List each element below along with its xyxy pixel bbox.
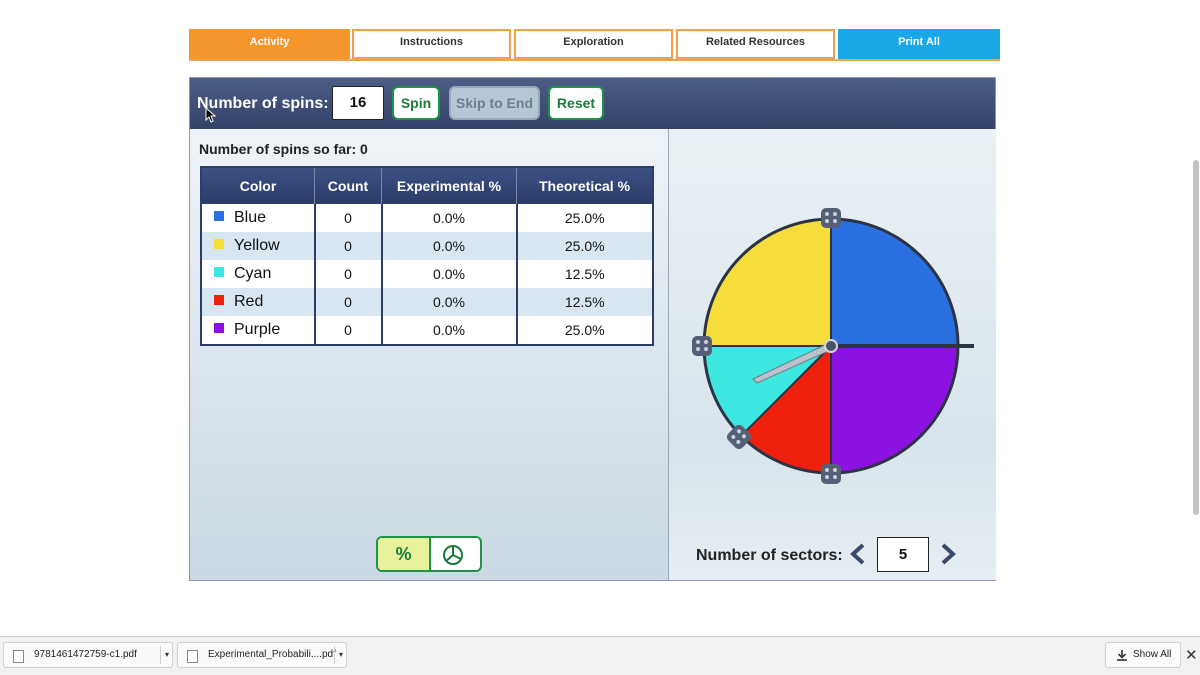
color-label: Cyan	[234, 265, 272, 282]
color-cell: Blue	[201, 204, 316, 232]
toolbar: Number of spins: 16 Spin Skip to End Res…	[190, 78, 995, 129]
theoretical-cell: 25.0%	[516, 232, 653, 260]
show-all-button[interactable]: Show All	[1105, 642, 1181, 668]
download-filename: 9781461472759-c1.pdf	[34, 649, 137, 660]
color-cell: Red	[201, 288, 316, 316]
skip-to-end-button[interactable]: Skip to End	[449, 86, 540, 120]
chevron-left-icon[interactable]	[849, 543, 867, 565]
experimental-cell: 0.0%	[381, 232, 518, 260]
spinner-hub	[824, 339, 838, 353]
results-panel: Number of spins so far: 0 Color Count Ex…	[190, 129, 668, 580]
spinner-sector-1	[830, 217, 960, 347]
color-label: Red	[234, 293, 264, 310]
downloads-bar: 9781461472759-c1.pdf ▾ Experimental_Prob…	[0, 636, 1200, 675]
mouse-cursor-icon	[205, 107, 217, 123]
count-cell: 0	[314, 232, 383, 260]
spinner-app: Number of spins: 16 Spin Skip to End Res…	[189, 77, 996, 581]
download-filename: Experimental_Probabili....pdf	[208, 649, 336, 660]
spinner-sector-2	[830, 345, 960, 475]
percent-view-button[interactable]: %	[378, 538, 431, 570]
reset-button[interactable]: Reset	[548, 86, 604, 120]
divider	[334, 646, 335, 664]
table-header-row: Color Count Experimental % Theoretical %	[201, 167, 653, 204]
close-icon[interactable]: ✕	[1185, 646, 1198, 664]
view-toggle: %	[376, 536, 482, 572]
count-cell: 0	[314, 260, 383, 288]
caret-down-icon[interactable]: ▾	[165, 643, 169, 667]
spinner-wheel[interactable]	[669, 129, 996, 529]
theoretical-cell: 25.0%	[516, 316, 653, 345]
sector-handle-bottom[interactable]	[821, 464, 841, 484]
color-cell: Purple	[201, 316, 316, 345]
color-swatch	[214, 295, 224, 305]
header-theoretical: Theoretical %	[516, 167, 653, 204]
table-row: Blue 0 0.0% 25.0%	[201, 204, 653, 232]
color-swatch	[214, 267, 224, 277]
pie-chart-icon[interactable]	[442, 544, 464, 566]
color-swatch	[214, 323, 224, 333]
tab-related-resources[interactable]: Related Resources	[676, 29, 835, 59]
sector-handle-left[interactable]	[692, 336, 712, 356]
experimental-cell: 0.0%	[381, 204, 518, 232]
table-row: Cyan 0 0.0% 12.5%	[201, 260, 653, 288]
color-swatch	[214, 211, 224, 221]
tab-print-all[interactable]: Print All	[838, 29, 1000, 59]
activity-tabs: Activity Instructions Exploration Relate…	[189, 29, 1000, 61]
tab-exploration[interactable]: Exploration	[514, 29, 673, 59]
color-cell: Cyan	[201, 260, 316, 288]
spin-button[interactable]: Spin	[392, 86, 440, 120]
color-swatch	[214, 239, 224, 249]
download-item-1[interactable]: 9781461472759-c1.pdf ▾	[3, 642, 173, 668]
page-scrollbar[interactable]	[1193, 160, 1199, 515]
chevron-right-icon[interactable]	[939, 543, 957, 565]
theoretical-cell: 25.0%	[516, 204, 653, 232]
download-item-2[interactable]: Experimental_Probabili....pdf ▾	[177, 642, 347, 668]
header-count: Count	[314, 167, 382, 204]
table-row: Red 0 0.0% 12.5%	[201, 288, 653, 316]
header-experimental: Experimental %	[381, 167, 517, 204]
color-label: Blue	[234, 209, 267, 226]
spinner-panel: Number of sectors: 5	[668, 129, 996, 580]
spins-input[interactable]: 16	[332, 86, 384, 120]
experimental-cell: 0.0%	[381, 260, 518, 288]
file-icon	[13, 650, 24, 663]
table-row: Purple 0 0.0% 25.0%	[201, 316, 653, 345]
experimental-cell: 0.0%	[381, 316, 518, 345]
color-label: Purple	[234, 321, 281, 338]
sector-handle-top[interactable]	[821, 208, 841, 228]
experimental-cell: 0.0%	[381, 288, 518, 316]
show-all-label: Show All	[1133, 649, 1172, 660]
color-label: Yellow	[234, 237, 280, 254]
theoretical-cell: 12.5%	[516, 260, 653, 288]
spins-so-far: Number of spins so far: 0	[199, 141, 368, 157]
caret-down-icon[interactable]: ▾	[339, 643, 343, 667]
count-cell: 0	[314, 288, 383, 316]
sectors-label: Number of sectors:	[696, 547, 843, 564]
table-row: Yellow 0 0.0% 25.0%	[201, 232, 653, 260]
color-cell: Yellow	[201, 232, 316, 260]
theoretical-cell: 12.5%	[516, 288, 653, 316]
tab-underline	[189, 59, 1000, 61]
file-icon	[187, 650, 198, 663]
download-icon	[1117, 650, 1127, 661]
tab-instructions[interactable]: Instructions	[352, 29, 511, 59]
count-cell: 0	[314, 316, 383, 345]
sectors-input[interactable]: 5	[877, 537, 929, 572]
count-cell: 0	[314, 204, 383, 232]
header-color: Color	[201, 167, 315, 204]
divider	[160, 646, 161, 664]
tab-activity[interactable]: Activity	[189, 29, 350, 59]
results-table: Color Count Experimental % Theoretical %…	[200, 166, 654, 346]
spinner-sector-5	[702, 217, 832, 347]
